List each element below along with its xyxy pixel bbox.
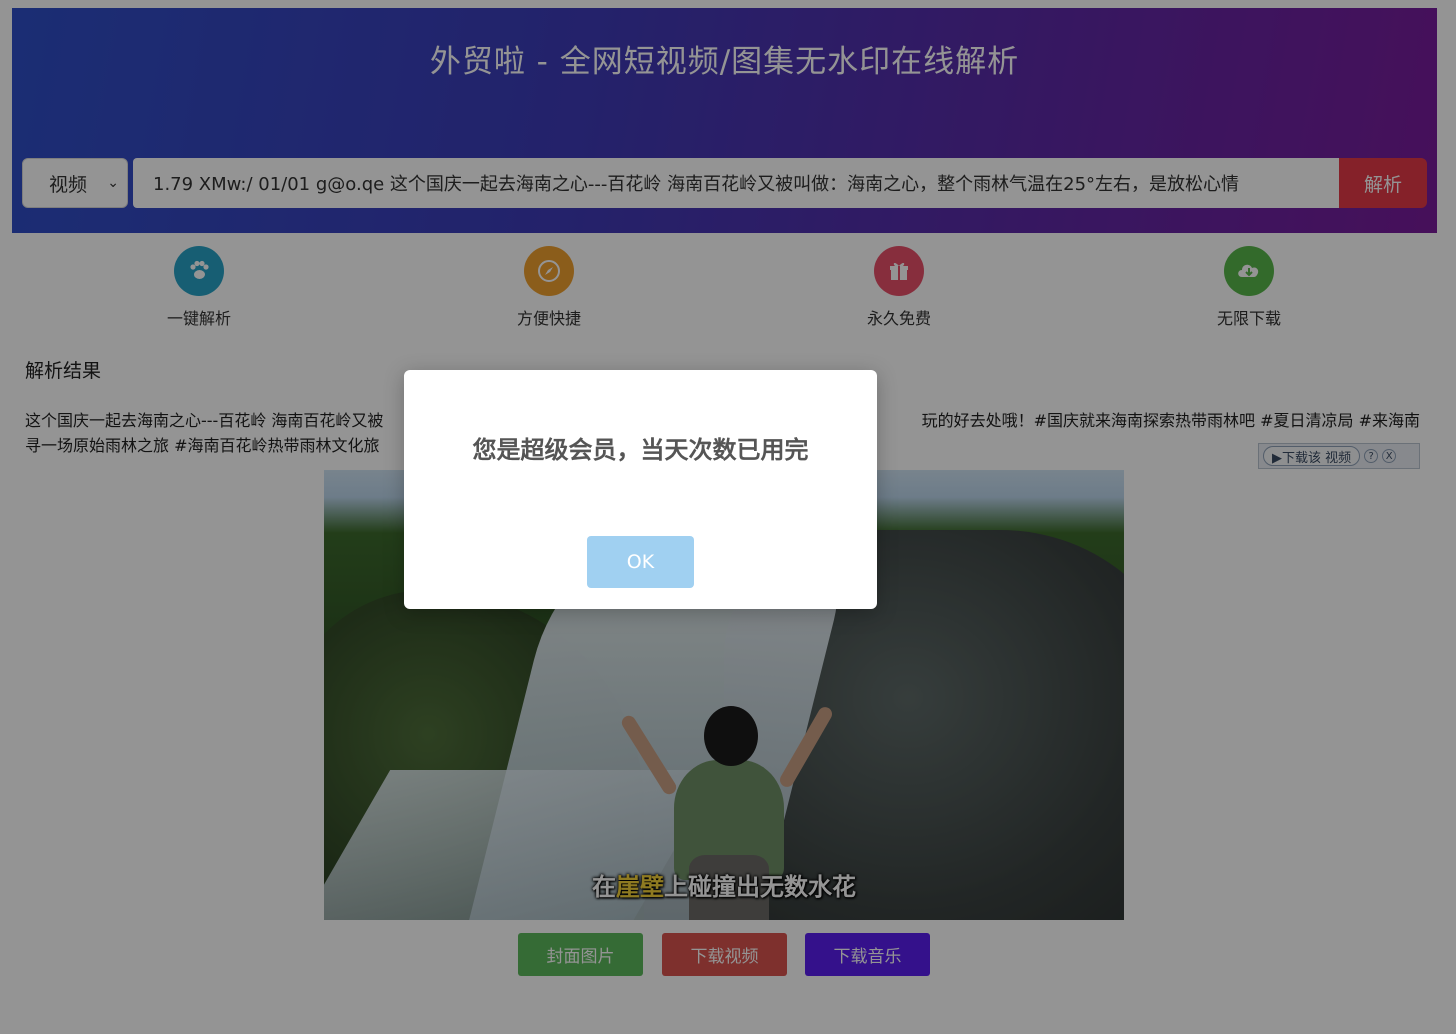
page: 外贸啦 - 全网短视频/图集无水印在线解析 视频 ⌄ 1.79 XMw:/ 01… [0, 0, 1456, 1034]
ok-button[interactable]: OK [587, 536, 694, 588]
dialog-message: 您是超级会员，当天次数已用完 [472, 436, 809, 464]
alert-dialog: 您是超级会员，当天次数已用完 OK [404, 370, 877, 609]
